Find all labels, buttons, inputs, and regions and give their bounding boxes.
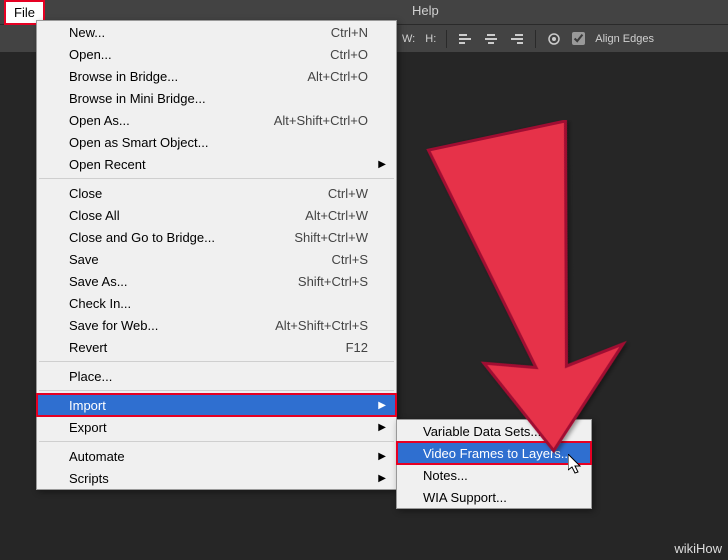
submenu-arrow-icon: ▶ <box>378 422 386 433</box>
menu-item-revert[interactable]: RevertF12 <box>37 336 396 358</box>
align-left-icon[interactable] <box>457 31 473 47</box>
menu-separator <box>39 178 394 179</box>
watermark: wikiHow <box>674 541 722 556</box>
menu-separator <box>39 361 394 362</box>
import-submenu: Variable Data Sets... Video Frames to La… <box>396 419 592 509</box>
width-label: W: <box>402 33 415 45</box>
menu-item-import[interactable]: Import▶ <box>37 394 396 416</box>
menu-item-open[interactable]: Open...Ctrl+O <box>37 43 396 65</box>
align-edges-label: Align Edges <box>595 33 654 45</box>
align-edges-checkbox[interactable] <box>572 32 585 45</box>
menu-item-scripts[interactable]: Scripts▶ <box>37 467 396 489</box>
menu-item-save-as[interactable]: Save As...Shift+Ctrl+S <box>37 270 396 292</box>
submenu-item-video-frames-to-layers[interactable]: Video Frames to Layers... <box>397 442 591 464</box>
settings-icon[interactable] <box>546 31 562 47</box>
submenu-arrow-icon: ▶ <box>378 159 386 170</box>
menu-item-browse-bridge[interactable]: Browse in Bridge...Alt+Ctrl+O <box>37 65 396 87</box>
menu-item-export[interactable]: Export▶ <box>37 416 396 438</box>
align-right-icon[interactable] <box>509 31 525 47</box>
menu-item-browse-mini-bridge[interactable]: Browse in Mini Bridge... <box>37 87 396 109</box>
menu-help[interactable]: Help <box>412 3 439 18</box>
menu-item-check-in[interactable]: Check In... <box>37 292 396 314</box>
submenu-arrow-icon: ▶ <box>378 473 386 484</box>
menu-item-open-as[interactable]: Open As...Alt+Shift+Ctrl+O <box>37 109 396 131</box>
menu-item-automate[interactable]: Automate▶ <box>37 445 396 467</box>
align-center-icon[interactable] <box>483 31 499 47</box>
menu-item-new[interactable]: New...Ctrl+N <box>37 21 396 43</box>
menu-item-place[interactable]: Place... <box>37 365 396 387</box>
menu-separator <box>39 390 394 391</box>
menu-item-save-for-web[interactable]: Save for Web...Alt+Shift+Ctrl+S <box>37 314 396 336</box>
toolbar-separator <box>446 30 447 48</box>
menu-item-close[interactable]: CloseCtrl+W <box>37 182 396 204</box>
menu-item-open-smart-object[interactable]: Open as Smart Object... <box>37 131 396 153</box>
submenu-item-notes[interactable]: Notes... <box>397 464 591 486</box>
menu-item-close-all[interactable]: Close AllAlt+Ctrl+W <box>37 204 396 226</box>
menu-item-save[interactable]: SaveCtrl+S <box>37 248 396 270</box>
menu-item-close-go-bridge[interactable]: Close and Go to Bridge...Shift+Ctrl+W <box>37 226 396 248</box>
submenu-item-wia-support[interactable]: WIA Support... <box>397 486 591 508</box>
menu-item-open-recent[interactable]: Open Recent▶ <box>37 153 396 175</box>
file-menu-dropdown: New...Ctrl+N Open...Ctrl+O Browse in Bri… <box>36 20 397 490</box>
submenu-arrow-icon: ▶ <box>378 400 386 411</box>
height-label: H: <box>425 33 436 45</box>
submenu-item-variable-data-sets[interactable]: Variable Data Sets... <box>397 420 591 442</box>
menu-separator <box>39 441 394 442</box>
submenu-arrow-icon: ▶ <box>378 451 386 462</box>
toolbar-separator <box>535 30 536 48</box>
